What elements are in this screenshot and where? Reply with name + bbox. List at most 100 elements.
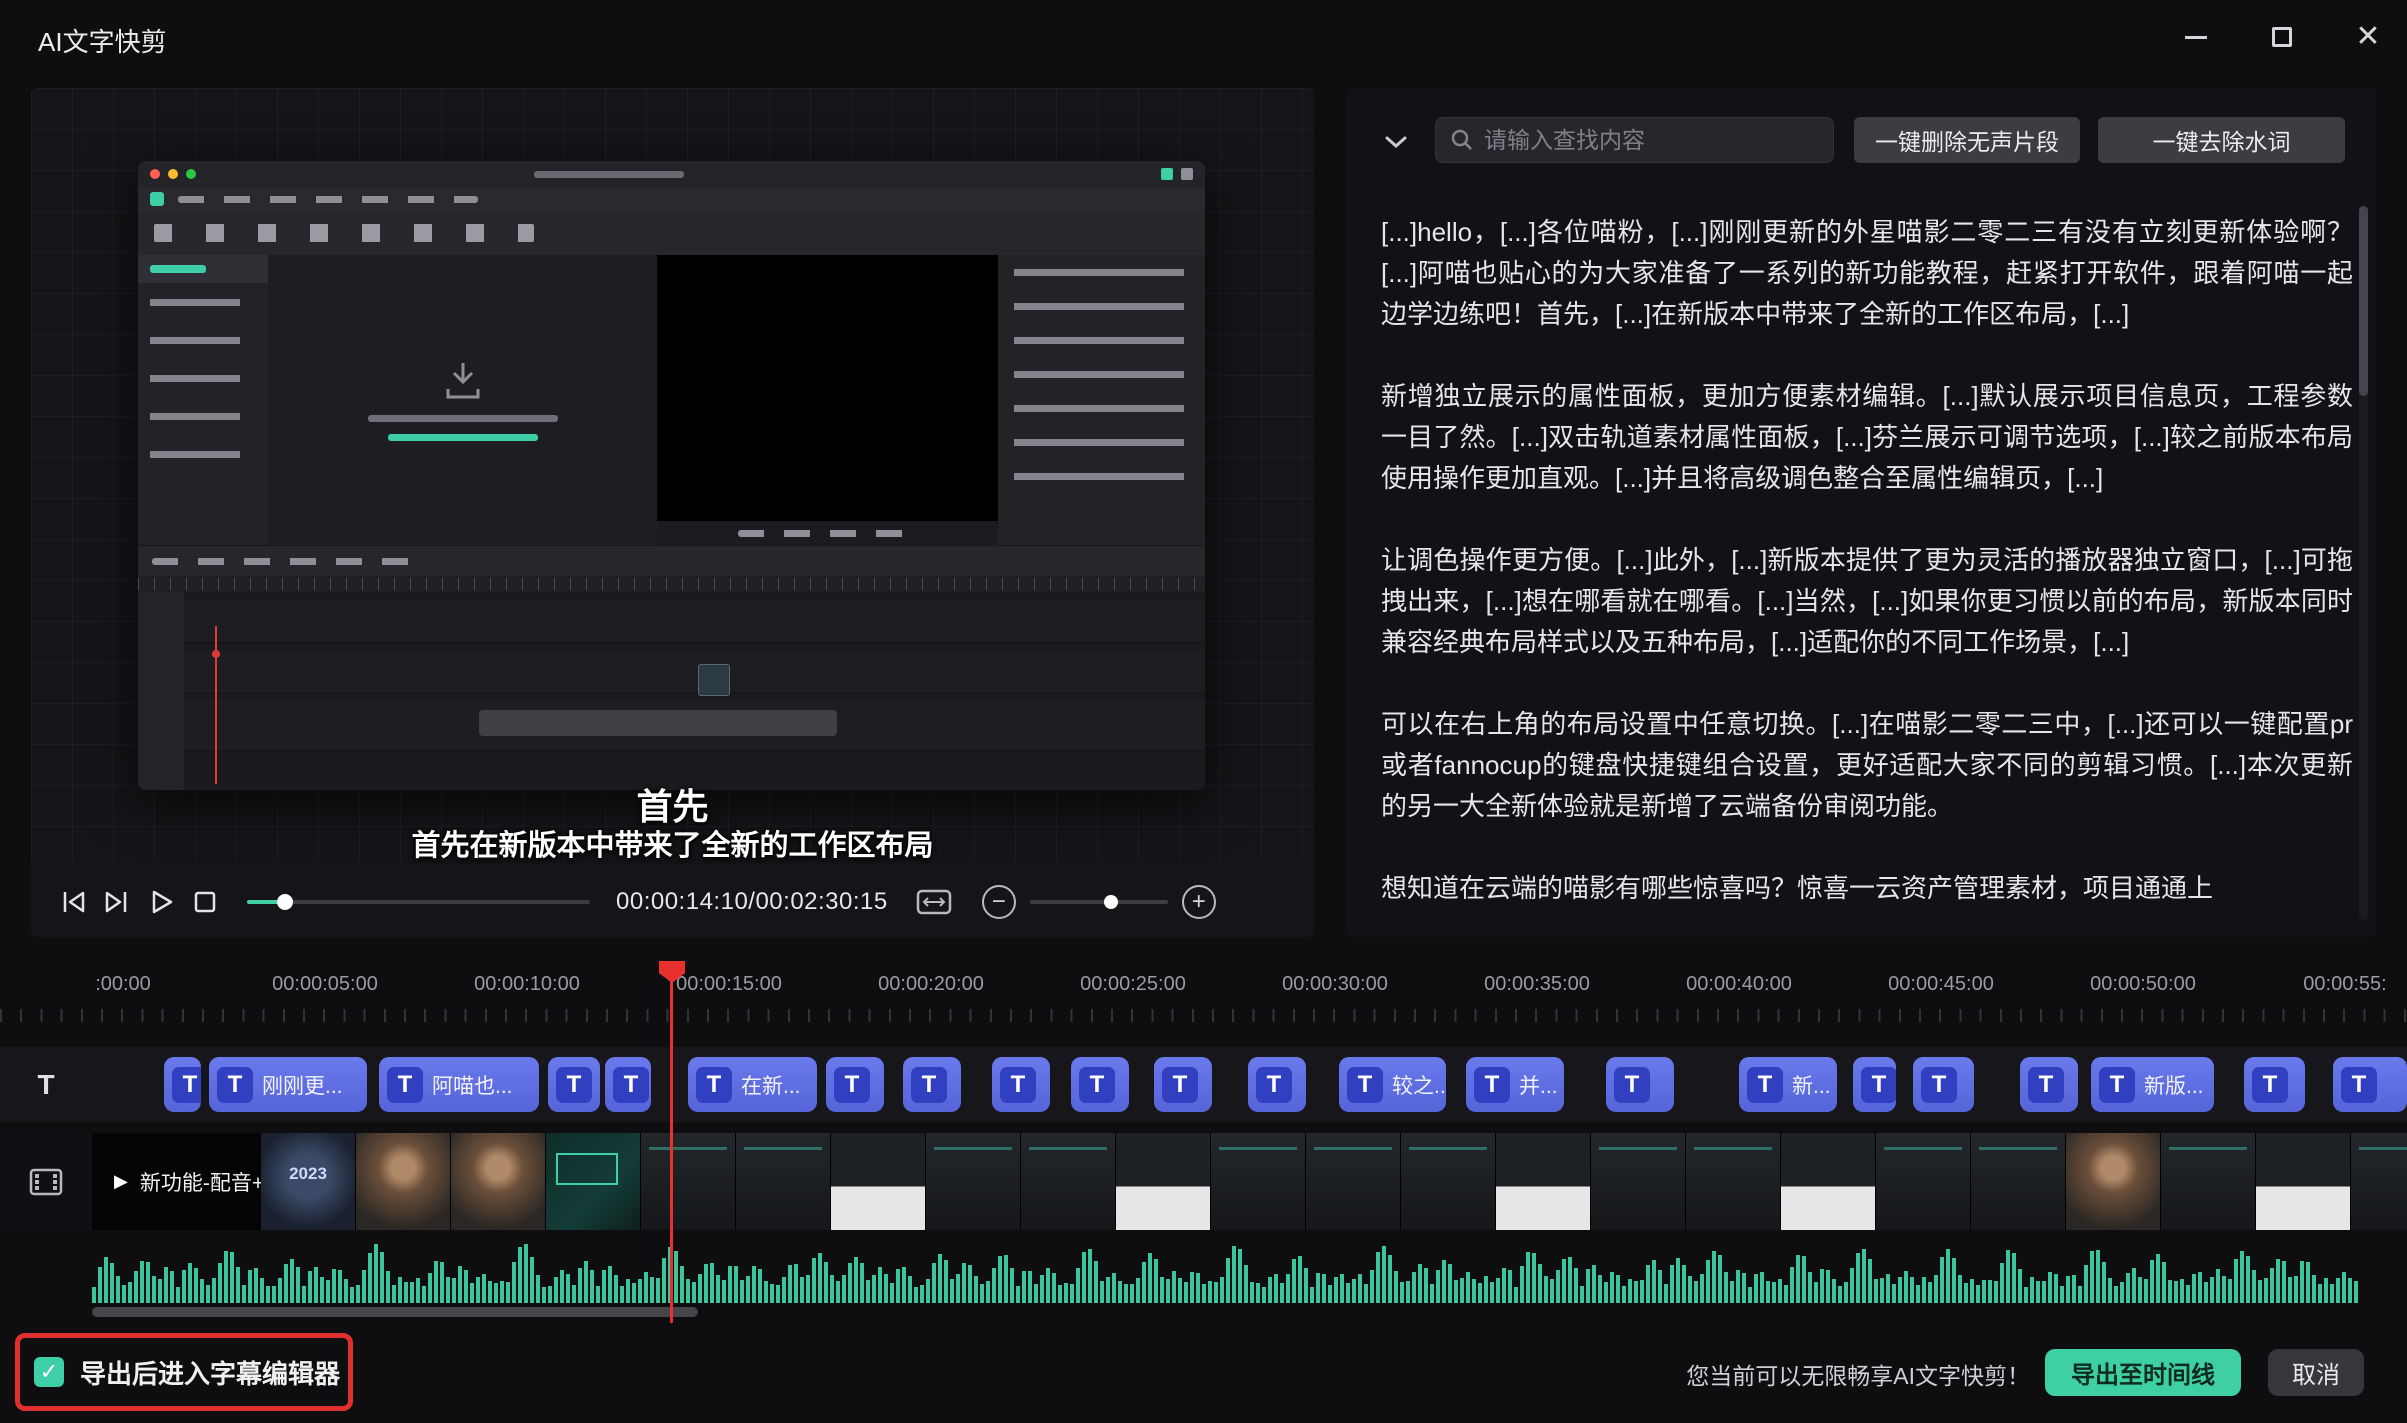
- import-media-icon: [440, 359, 486, 403]
- transcript-paragraph[interactable]: 想知道在云端的喵影有哪些惊喜吗？惊喜一云资产管理素材，项目通通上: [1381, 868, 2353, 909]
- text-clip[interactable]: T: [2244, 1057, 2305, 1112]
- video-thumbnail: [2161, 1133, 2256, 1230]
- video-thumbnail: [2066, 1133, 2161, 1230]
- preview-grid-area: 首先 首先在新版本中带来了全新的工作区布局: [31, 88, 1314, 860]
- text-clip[interactable]: T并...: [1466, 1057, 1564, 1112]
- search-box[interactable]: [1435, 117, 1834, 163]
- audio-waveform[interactable]: [92, 1241, 2361, 1303]
- delete-silent-segments-button[interactable]: 一键删除无声片段: [1854, 117, 2080, 163]
- close-button[interactable]: ✕: [2345, 14, 2391, 60]
- mock-timeline: [138, 545, 1205, 790]
- subtitle-editor-checkbox-label[interactable]: 导出后进入字幕编辑器: [80, 1354, 340, 1391]
- text-track: TT刚刚更...T阿喵也...TTT在新...TTTTTTT较之...T并...…: [0, 1047, 2407, 1122]
- text-clip-icon: T: [911, 1067, 947, 1103]
- fit-timeline-button[interactable]: [912, 880, 956, 924]
- minimize-button[interactable]: [2173, 14, 2219, 60]
- text-clip[interactable]: T: [1853, 1057, 1896, 1112]
- text-clip[interactable]: T: [164, 1057, 201, 1112]
- zoom-slider[interactable]: [1030, 885, 1168, 919]
- text-clip[interactable]: T: [1606, 1057, 1674, 1112]
- text-clip[interactable]: T新版...: [2091, 1057, 2214, 1112]
- text-clip[interactable]: T新...: [1739, 1057, 1837, 1112]
- text-clip[interactable]: T较之...: [1339, 1057, 1446, 1112]
- mock-timeline-tracks: [138, 592, 1205, 790]
- text-clip-label: 新...: [1792, 1070, 1831, 1100]
- titlebar: AI文字快剪 ✕: [0, 0, 2407, 74]
- transcript-paragraph[interactable]: 可以在右上角的布局设置中任意切换。[...]在喵影二零二三中，[...]还可以一…: [1381, 704, 2353, 827]
- seek-knob[interactable]: [277, 894, 293, 910]
- text-clip[interactable]: T: [992, 1057, 1050, 1112]
- text-clip-icon: T: [2099, 1067, 2135, 1103]
- video-thumbnail: [1496, 1133, 1591, 1230]
- text-clip[interactable]: T: [1248, 1057, 1306, 1112]
- transcript-panel: 一键删除无声片段 一键去除水词 [...]hello，[...]各位喵粉，[..…: [1346, 88, 2376, 937]
- maximize-button[interactable]: [2259, 14, 2305, 60]
- zoom-in-button[interactable]: +: [1182, 885, 1216, 919]
- mock-menu-items: [178, 196, 478, 203]
- video-thumbnail: [736, 1133, 831, 1230]
- mock-properties-rows: [1014, 269, 1184, 489]
- ruler-label: 00:00:55:: [2303, 973, 2386, 996]
- text-clip[interactable]: T阿喵也...: [379, 1057, 539, 1112]
- text-clip[interactable]: T: [903, 1057, 961, 1112]
- video-thumbnail: [1781, 1133, 1876, 1230]
- transcript-paragraph[interactable]: 让调色操作更方便。[...]此外，[...]新版本提供了更为灵活的播放器独立窗口…: [1381, 540, 2353, 663]
- mock-player: [657, 255, 998, 545]
- zoom-knob[interactable]: [1104, 895, 1118, 909]
- transcript-scrollbar-thumb[interactable]: [2359, 206, 2368, 396]
- timeline-ruler[interactable]: :00:0000:00:05:0000:00:10:0000:00:15:000…: [0, 959, 2407, 1047]
- transcript-paragraph[interactable]: [...]hello，[...]各位喵粉，[...]刚刚更新的外星喵影二零二三有…: [1381, 212, 2353, 335]
- text-clip-icon: T: [834, 1067, 870, 1103]
- video-clip[interactable]: ▶ 新功能-配音+bgm 2023: [92, 1133, 2407, 1230]
- video-thumbnail: [1401, 1133, 1496, 1230]
- cancel-button[interactable]: 取消: [2268, 1349, 2364, 1396]
- text-clip[interactable]: T: [826, 1057, 884, 1112]
- previous-frame-button[interactable]: [51, 880, 95, 924]
- timeline-scrollbar-thumb[interactable]: [92, 1307, 698, 1317]
- subtitle-editor-checkbox[interactable]: ✓: [34, 1357, 64, 1387]
- mock-media-area: [268, 255, 657, 545]
- video-clip-label-cell: ▶ 新功能-配音+bgm: [92, 1133, 261, 1230]
- timeline-section: :00:0000:00:05:0000:00:10:0000:00:15:000…: [0, 959, 2407, 1333]
- mock-logo: [150, 192, 164, 206]
- transcript-scrollbar[interactable]: [2359, 206, 2368, 920]
- transcript-text-area[interactable]: [...]hello，[...]各位喵粉，[...]刚刚更新的外星喵影二零二三有…: [1381, 212, 2353, 937]
- text-clip-icon: T: [1162, 1067, 1198, 1103]
- seek-slider[interactable]: [247, 880, 590, 924]
- zoom-out-button[interactable]: −: [982, 885, 1016, 919]
- export-to-timeline-button[interactable]: 导出至时间线: [2045, 1349, 2241, 1396]
- text-clip[interactable]: T: [1154, 1057, 1212, 1112]
- ruler-ticks: [0, 1009, 2407, 1022]
- text-clip-icon: T: [1614, 1067, 1650, 1103]
- text-clip[interactable]: T: [548, 1057, 600, 1112]
- next-frame-button[interactable]: [95, 880, 139, 924]
- text-clip[interactable]: T 刚刚更...: [209, 1057, 367, 1112]
- video-track-header: [0, 1133, 92, 1230]
- text-clip[interactable]: T在新...: [688, 1057, 817, 1112]
- stop-button[interactable]: [183, 880, 227, 924]
- text-clip[interactable]: T: [2020, 1057, 2078, 1112]
- text-clip-icon: T: [387, 1067, 423, 1103]
- remove-filler-words-button[interactable]: 一键去除水词: [2098, 117, 2345, 163]
- mock-sidebar-rows: [150, 299, 240, 469]
- text-clip-label: 刚刚更...: [262, 1070, 343, 1100]
- mock-sidebar: [138, 255, 268, 545]
- thumbnail-text: 2023: [289, 1164, 327, 1184]
- search-input[interactable]: [1484, 127, 1819, 154]
- collapse-panel-button[interactable]: [1374, 120, 1418, 164]
- text-clip[interactable]: T: [1071, 1057, 1129, 1112]
- play-button[interactable]: [139, 880, 183, 924]
- preview-video-frame: [138, 161, 1205, 790]
- text-clip[interactable]: T: [605, 1057, 651, 1112]
- text-clip[interactable]: T: [1913, 1057, 1974, 1112]
- mock-minimize-dot: [168, 169, 178, 179]
- close-icon: ✕: [2355, 22, 2380, 52]
- transcript-paragraph[interactable]: 新增独立展示的属性面板，更加方便素材编辑。[...]默认展示项目信息页，工程参数…: [1381, 376, 2353, 499]
- text-clip-icon: T: [1347, 1067, 1383, 1103]
- text-clip-icon: T: [217, 1067, 253, 1103]
- playhead-line[interactable]: [670, 980, 673, 1323]
- chevron-down-icon: [1384, 135, 1408, 149]
- text-clip[interactable]: T: [2333, 1057, 2407, 1112]
- video-thumbnail: [546, 1133, 641, 1230]
- video-thumbnail: [1876, 1133, 1971, 1230]
